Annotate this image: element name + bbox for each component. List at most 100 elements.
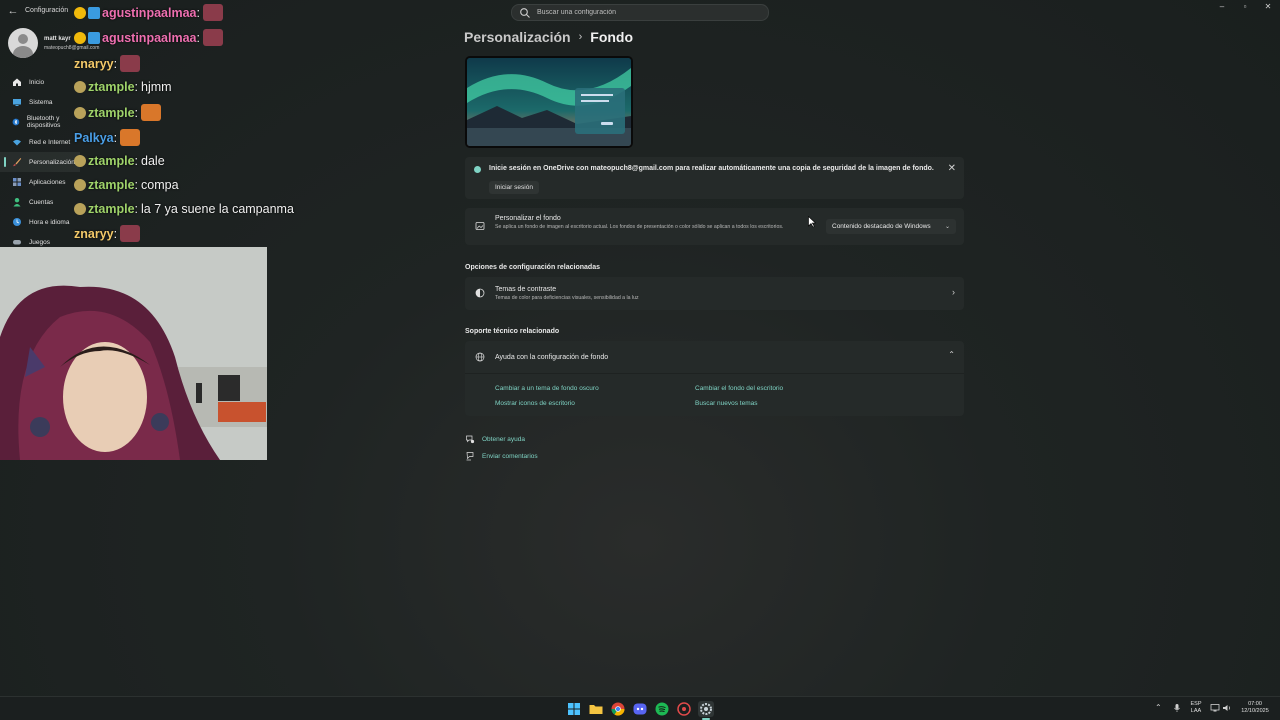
emote-icon (202, 4, 223, 21)
help-link[interactable]: Cambiar a un tema de fondo oscuro (495, 385, 599, 392)
minimize-button[interactable]: – (1211, 2, 1233, 16)
help-link[interactable]: Cambiar el fondo del escritorio (695, 385, 783, 392)
file-explorer-icon[interactable] (588, 701, 604, 717)
chevron-up-tray-icon[interactable]: ⌃ (1155, 703, 1162, 712)
network-icon[interactable] (1210, 703, 1220, 713)
chat-username: ztample (88, 178, 135, 192)
gamepad-icon (13, 240, 21, 245)
user-name: matt kayr (44, 36, 71, 42)
webcam-feed (0, 247, 267, 460)
gem-badge-icon (88, 6, 100, 19)
globe-clock-icon (13, 218, 21, 226)
search-box[interactable] (511, 4, 769, 21)
bluetooth-icon (12, 118, 20, 126)
image-icon (475, 222, 485, 230)
contrast-themes-row[interactable]: Temas de contraste Temas de color para d… (465, 277, 964, 310)
chat-username: znaryy (74, 56, 114, 71)
chat-username: ztample (88, 154, 135, 168)
chat-text: compa (141, 178, 179, 192)
taskbar: ⌃ ESP LAA 07:00 12/10/2025 (0, 696, 1280, 720)
personalize-description: Se aplica un fondo de imagen al escritor… (495, 224, 784, 230)
sign-in-button[interactable]: Iniciar sesión (489, 181, 539, 194)
emote-icon (202, 29, 223, 46)
volume-icon[interactable] (1222, 703, 1232, 713)
sub-badge-icon (74, 31, 86, 44)
sidebar-item-inicio[interactable]: Inicio (0, 72, 80, 92)
sidebar-item-label: Aplicaciones (29, 178, 66, 186)
chevron-down-icon: ⌄ (944, 224, 950, 230)
onedrive-notice-text: Inicie sesión en OneDrive con mateopuch8… (489, 165, 934, 172)
sub-badge-icon (74, 203, 86, 215)
wallpaper-preview (465, 56, 633, 148)
avatar[interactable] (8, 28, 38, 58)
discord-icon[interactable] (632, 701, 648, 717)
sidebar-item-label: Personalización (29, 158, 75, 166)
sidebar-item-red[interactable]: Red e Internet (0, 132, 80, 152)
clock-time: 07:00 (1248, 701, 1262, 707)
chrome-icon[interactable] (610, 701, 626, 717)
spotify-icon[interactable] (654, 701, 670, 717)
close-button[interactable]: ✕ (1257, 2, 1279, 16)
page-title: Fondo (590, 29, 634, 45)
info-icon (474, 166, 481, 173)
sidebar-item-label: Juegos (29, 238, 50, 246)
wifi-icon (13, 139, 21, 146)
help-link[interactable]: Mostrar iconos de escritorio (495, 400, 575, 407)
home-icon (13, 78, 21, 86)
sidebar-item-label: Red e Internet (29, 138, 71, 146)
clock[interactable]: 07:00 12/10/2025 (1236, 701, 1274, 715)
search-input[interactable] (537, 9, 757, 16)
sidebar-item-label: Inicio (29, 78, 45, 86)
search-icon (520, 7, 530, 18)
windows-start-icon[interactable] (566, 701, 582, 717)
breadcrumb: Personalización › Fondo (464, 29, 633, 45)
help-header[interactable]: Ayuda con la configuración de fondo ⌃ (465, 341, 964, 374)
language-code: ESP (1190, 701, 1202, 707)
maximize-button[interactable]: ▫ (1234, 2, 1256, 16)
sidebar-item-bluetooth[interactable]: Bluetooth y dispositivos (0, 112, 80, 132)
sidebar-item-aplicaciones[interactable]: Aplicaciones (0, 172, 80, 192)
chat-message: Palkya: (74, 129, 141, 146)
mouse-cursor-icon (808, 216, 816, 228)
globe-icon (475, 352, 485, 362)
sidebar-item-personalizacion[interactable]: Personalización (0, 152, 80, 172)
onedrive-notice: Inicie sesión en OneDrive con mateopuch8… (465, 157, 964, 199)
settings-taskbar-button[interactable] (698, 701, 714, 720)
sidebar-item-hora[interactable]: Hora e idioma (0, 212, 80, 232)
chat-message: agustinpaalmaa: (74, 29, 223, 46)
breadcrumb-parent[interactable]: Personalización (464, 29, 571, 45)
emote-icon (120, 55, 141, 72)
contrast-title: Temas de contraste (495, 286, 557, 293)
chat-username: agustinpaalmaa (102, 5, 197, 20)
person-icon (13, 198, 21, 207)
app-title: Configuración (25, 7, 69, 14)
emote-icon (120, 225, 141, 242)
help-link[interactable]: Buscar nuevos temas (695, 400, 758, 407)
related-settings-heading: Opciones de configuración relacionadas (465, 264, 600, 271)
sidebar-item-cuentas[interactable]: Cuentas (0, 192, 80, 212)
send-feedback-link[interactable]: Enviar comentarios (465, 451, 538, 461)
chat-message: ztample: hjmm (74, 80, 172, 94)
back-arrow-icon[interactable]: ← (6, 5, 20, 17)
app-icon[interactable] (676, 701, 692, 717)
gem-badge-icon (88, 31, 100, 44)
personalize-background-card: Personalizar el fondo Se aplica un fondo… (465, 208, 964, 245)
chat-username: ztample (88, 202, 135, 216)
language-indicator[interactable]: ESP LAA (1188, 701, 1204, 715)
microphone-icon[interactable] (1172, 703, 1182, 713)
keyboard-layout: LAA (1190, 708, 1202, 715)
chat-message: ztample: compa (74, 178, 179, 192)
chat-text: la 7 ya suene la campanma (141, 202, 294, 216)
chat-username: ztample (88, 80, 135, 94)
sidebar-item-sistema[interactable]: Sistema (0, 92, 80, 112)
close-icon[interactable]: ✕ (948, 163, 956, 174)
sidebar-nav: Inicio Sistema Bluetooth y dispositivos … (0, 72, 80, 252)
chat-username: agustinpaalmaa (102, 30, 197, 45)
get-help-link[interactable]: Obtener ayuda (465, 434, 525, 444)
clock-date: 12/10/2025 (1241, 708, 1269, 715)
background-help-card: Ayuda con la configuración de fondo ⌃ Ca… (465, 341, 964, 416)
contrast-description: Temas de color para deficiencias visuale… (495, 295, 639, 301)
emote-icon (120, 129, 141, 146)
chat-message: znaryy: (74, 55, 141, 72)
background-type-dropdown[interactable]: Contenido destacado de Windows ⌄ (826, 219, 956, 234)
